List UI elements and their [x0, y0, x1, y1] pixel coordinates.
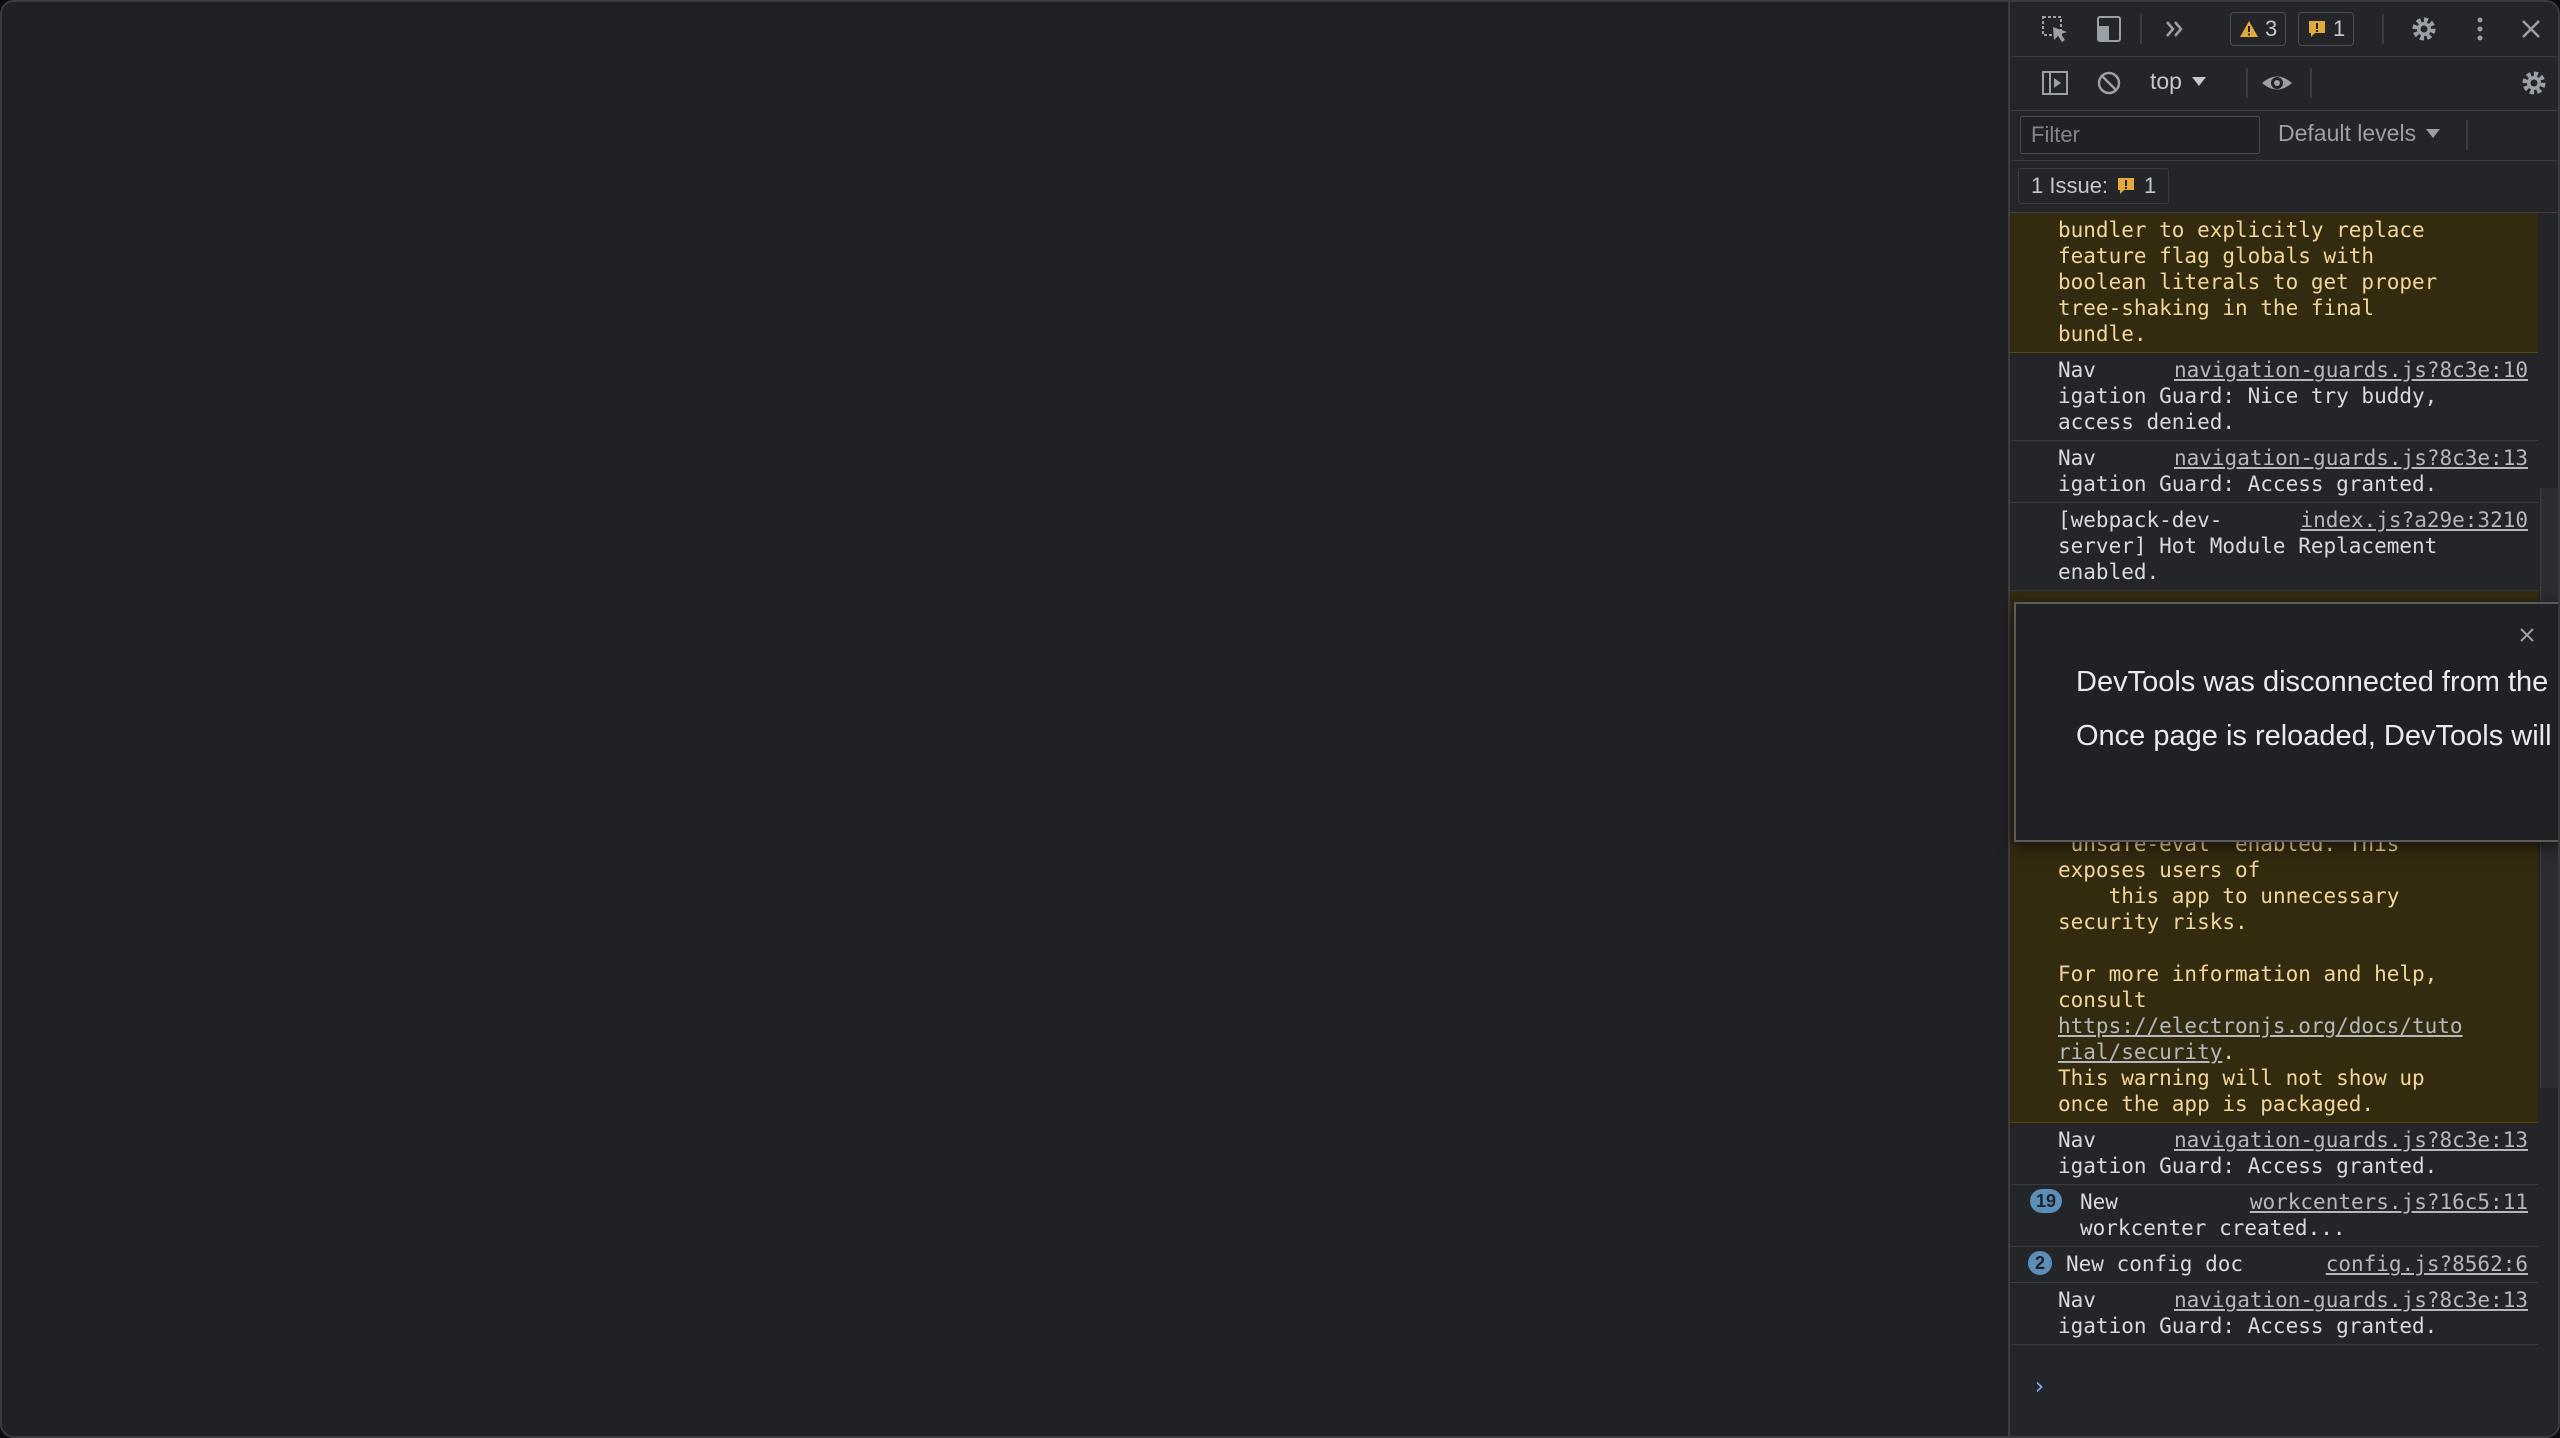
- app-window: 3 1 top Filter Default levels 1 Issue: 1…: [0, 0, 2560, 1438]
- console-log-message: navigation-guards.js?8c3e:13 Nav igation …: [2010, 1123, 2538, 1185]
- message-source-link[interactable]: index.js?a29e:3210: [2300, 507, 2528, 533]
- issues-label: 1 Issue:: [2031, 173, 2109, 198]
- message-text: New config doc: [2066, 1252, 2244, 1276]
- toolbar-separator: [2246, 68, 2248, 98]
- sidebar-toggle-icon[interactable]: [2040, 68, 2070, 98]
- console-log-message: 19 workcenters.js?16c5:11 New workcenter c…: [2010, 1185, 2538, 1247]
- close-devtools-icon[interactable]: [2518, 16, 2544, 42]
- issue-flag-icon: [2309, 21, 2325, 37]
- devtools-main-toolbar: 3 1: [2010, 2, 2558, 57]
- console-log-message: navigation-guards.js?8c3e:13 Nav igation …: [2010, 1283, 2538, 1345]
- warning-icon: [2240, 21, 2258, 37]
- console-log-message: index.js?a29e:3210 [webpack-dev- server] …: [2010, 503, 2538, 591]
- message-source-link[interactable]: workcenters.js?16c5:11: [2250, 1189, 2528, 1215]
- clear-console-icon[interactable]: [2094, 68, 2124, 98]
- more-tabs-chevron-icon[interactable]: [2162, 16, 2188, 42]
- message-source-link[interactable]: navigation-guards.js?8c3e:10: [2174, 357, 2528, 383]
- message-source-link[interactable]: navigation-guards.js?8c3e:13: [2174, 445, 2528, 471]
- toolbar-separator: [2310, 68, 2312, 98]
- toolbar-separator: [2140, 14, 2142, 44]
- filter-input[interactable]: [2020, 116, 2260, 154]
- message-source-link[interactable]: navigation-guards.js?8c3e:13: [2174, 1287, 2528, 1313]
- console-toolbar: top: [2010, 56, 2558, 111]
- log-levels-dropdown[interactable]: Default levels: [2278, 120, 2441, 147]
- log-levels-label: Default levels: [2278, 120, 2417, 146]
- electron-security-docs-link[interactable]: https://electronjs.org/docs/tuto rial/se…: [2058, 1014, 2463, 1064]
- dialog-close-icon[interactable]: [2516, 624, 2538, 646]
- more-options-icon[interactable]: [2470, 14, 2490, 44]
- inspect-element-icon[interactable]: [2040, 14, 2070, 44]
- live-expression-eye-icon[interactable]: [2260, 68, 2294, 98]
- issue-flag-icon: [2118, 178, 2135, 194]
- issues-count: 1: [2333, 16, 2346, 41]
- issues-button[interactable]: 1 Issue: 1: [2018, 168, 2170, 204]
- chevron-down-icon: [2426, 129, 2441, 138]
- message-source-link[interactable]: navigation-guards.js?8c3e:13: [2174, 1127, 2528, 1153]
- context-selector[interactable]: top: [2150, 68, 2206, 95]
- issues-bar: 1 Issue: 1: [2010, 160, 2558, 213]
- issues-button-count: 1: [2144, 173, 2157, 198]
- repeat-count-badge: 2: [2028, 1251, 2052, 1275]
- console-log-message: navigation-guards.js?8c3e:10 Nav igation …: [2010, 353, 2538, 441]
- dialog-message: Once page is reloaded, DevTools will aut…: [2076, 720, 2558, 752]
- chevron-down-icon: [2191, 77, 2206, 86]
- page-viewport: [2, 2, 2008, 1436]
- message-text: "unsafe-eval" enabled. This exposes user…: [2058, 832, 2438, 1012]
- toolbar-separator: [2382, 14, 2384, 44]
- disconnected-dialog: DevTools was disconnected from the page.…: [2014, 602, 2558, 842]
- context-selector-label: top: [2150, 68, 2182, 94]
- message-source-link[interactable]: config.js?8562:6: [2326, 1251, 2528, 1277]
- console-log-message: 2 config.js?8562:6 New config doc: [2010, 1247, 2538, 1283]
- console-warning-message: bundler to explicitly replace feature fl…: [2010, 213, 2538, 353]
- warnings-badge[interactable]: 3: [2230, 12, 2287, 46]
- device-toolbar-icon[interactable]: [2094, 14, 2124, 44]
- warnings-count: 3: [2265, 16, 2278, 41]
- message-text: bundler to explicitly replace feature fl…: [2058, 218, 2438, 346]
- dialog-title: DevTools was disconnected from the page.: [2076, 666, 2558, 698]
- issues-badge[interactable]: 1: [2298, 12, 2355, 46]
- repeat-count-badge: 19: [2030, 1189, 2063, 1213]
- settings-gear-icon[interactable]: [2408, 13, 2440, 45]
- console-prompt[interactable]: ›: [2032, 1372, 2046, 1400]
- console-filter-bar: Default levels: [2010, 110, 2558, 161]
- toolbar-separator: [2466, 120, 2468, 150]
- console-log-message: navigation-guards.js?8c3e:13 Nav igation …: [2010, 441, 2538, 503]
- console-settings-gear-icon[interactable]: [2518, 67, 2550, 99]
